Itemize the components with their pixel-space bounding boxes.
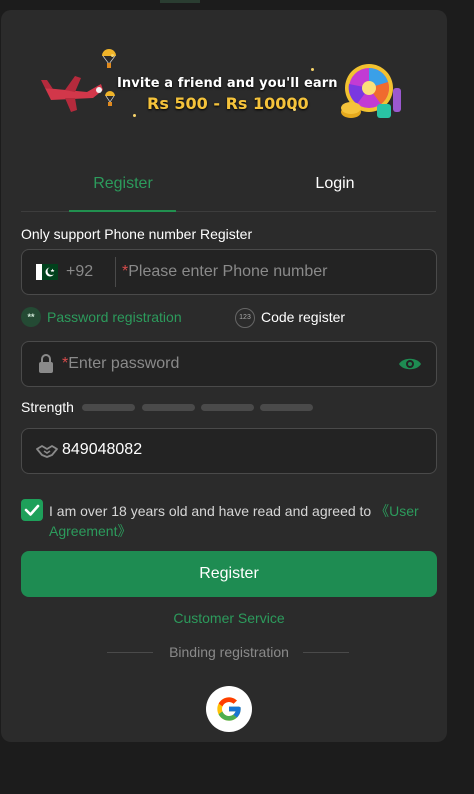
password-mode-icon[interactable]: **: [21, 307, 41, 327]
divider: [115, 257, 116, 287]
divider-line: [303, 652, 349, 653]
agreement-text: I am over 18 years old and have read and…: [49, 501, 441, 541]
prize-wheel-icon: [341, 64, 401, 118]
strength-bar: [142, 404, 195, 411]
auth-tabs: Register Login: [21, 170, 436, 212]
register-card: Invite a friend and you'll earn Rs 500 -…: [1, 10, 447, 742]
password-field[interactable]: *Enter password: [21, 341, 437, 387]
phone-placeholder-text: Please enter Phone number: [128, 263, 328, 280]
check-icon: [24, 504, 40, 516]
invite-banner[interactable]: Invite a friend and you'll earn Rs 500 -…: [41, 48, 413, 130]
phone-field[interactable]: +92 *Please enter Phone number: [21, 249, 437, 295]
handshake-icon: [36, 445, 58, 458]
google-icon: [217, 697, 241, 721]
binding-divider: Binding registration: [1, 644, 457, 662]
plane-icon: [41, 76, 103, 112]
password-input-placeholder[interactable]: *Enter password: [62, 355, 179, 373]
banner-headline: Invite a friend and you'll earn: [117, 76, 338, 91]
agreement-statement: I am over 18 years old and have read and…: [49, 503, 376, 519]
google-login-button[interactable]: [206, 686, 252, 732]
parachute-icon: [105, 91, 115, 106]
invite-code-field[interactable]: 849048082: [21, 428, 437, 474]
lock-icon: [39, 354, 53, 373]
active-tab-indicator: [69, 210, 176, 212]
code-mode-icon[interactable]: 123: [235, 308, 255, 328]
invite-code-value[interactable]: 849048082: [62, 441, 142, 459]
password-placeholder-text: Enter password: [68, 355, 180, 372]
top-edge-decoration: [160, 0, 200, 3]
sparkle: [293, 108, 296, 111]
sparkle: [311, 68, 314, 71]
customer-service-link[interactable]: Customer Service: [1, 610, 457, 626]
phone-input-placeholder[interactable]: *Please enter Phone number: [122, 263, 327, 281]
strength-bar: [201, 404, 254, 411]
country-code[interactable]: +92: [66, 263, 93, 281]
pakistan-flag-icon[interactable]: [36, 264, 58, 280]
tab-register[interactable]: Register: [68, 175, 178, 193]
registration-mode-selector: ** Password registration 123 Code regist…: [21, 306, 437, 328]
strength-label: Strength: [21, 399, 74, 415]
binding-registration-label: Binding registration: [169, 644, 289, 660]
sparkle: [133, 114, 136, 117]
agreement-checkbox[interactable]: [21, 499, 43, 521]
strength-bar: [260, 404, 313, 411]
banner-amount: Rs 500 - Rs 10000: [147, 94, 309, 113]
code-register-option[interactable]: Code register: [261, 309, 345, 325]
strength-bar: [82, 404, 135, 411]
eye-icon[interactable]: [398, 356, 422, 372]
sparkle: [111, 54, 114, 57]
phone-support-label: Only support Phone number Register: [21, 226, 253, 242]
tab-login[interactable]: Login: [280, 175, 390, 193]
parachute-icon: [102, 49, 116, 68]
register-button[interactable]: Register: [21, 551, 437, 597]
password-registration-option[interactable]: Password registration: [47, 309, 182, 325]
